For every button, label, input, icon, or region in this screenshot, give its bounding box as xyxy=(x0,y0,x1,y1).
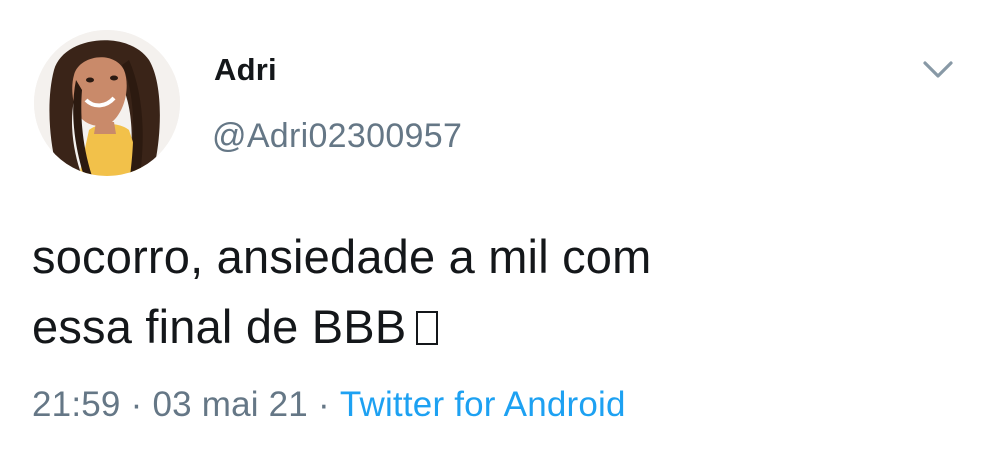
author-display-name[interactable]: Adri xyxy=(214,52,277,88)
chevron-down-icon[interactable] xyxy=(920,56,956,84)
tweet-text-line: essa final de BBB xyxy=(32,292,932,362)
tweet-time[interactable]: 21:59 xyxy=(32,385,121,424)
missing-glyph-icon xyxy=(416,311,439,345)
author-handle[interactable]: @Adri02300957 xyxy=(212,117,462,156)
meta-separator: · xyxy=(317,385,330,424)
meta-separator: · xyxy=(130,385,143,424)
profile-photo-icon xyxy=(34,30,180,176)
tweet-source-link[interactable]: Twitter for Android xyxy=(340,385,626,424)
tweet-text-line-content: essa final de BBB xyxy=(32,300,407,353)
tweet-text-line: socorro, ansiedade a mil com xyxy=(32,230,652,283)
tweet-text: socorro, ansiedade a mil com essa final … xyxy=(32,222,932,362)
tweet-metadata: 21:59 · 03 mai 21 · Twitter for Android xyxy=(32,385,626,425)
author-avatar[interactable] xyxy=(34,30,180,176)
tweet-date[interactable]: 03 mai 21 xyxy=(152,385,308,424)
tweet-card: Adri @Adri02300957 socorro, ansiedade a … xyxy=(0,0,984,455)
